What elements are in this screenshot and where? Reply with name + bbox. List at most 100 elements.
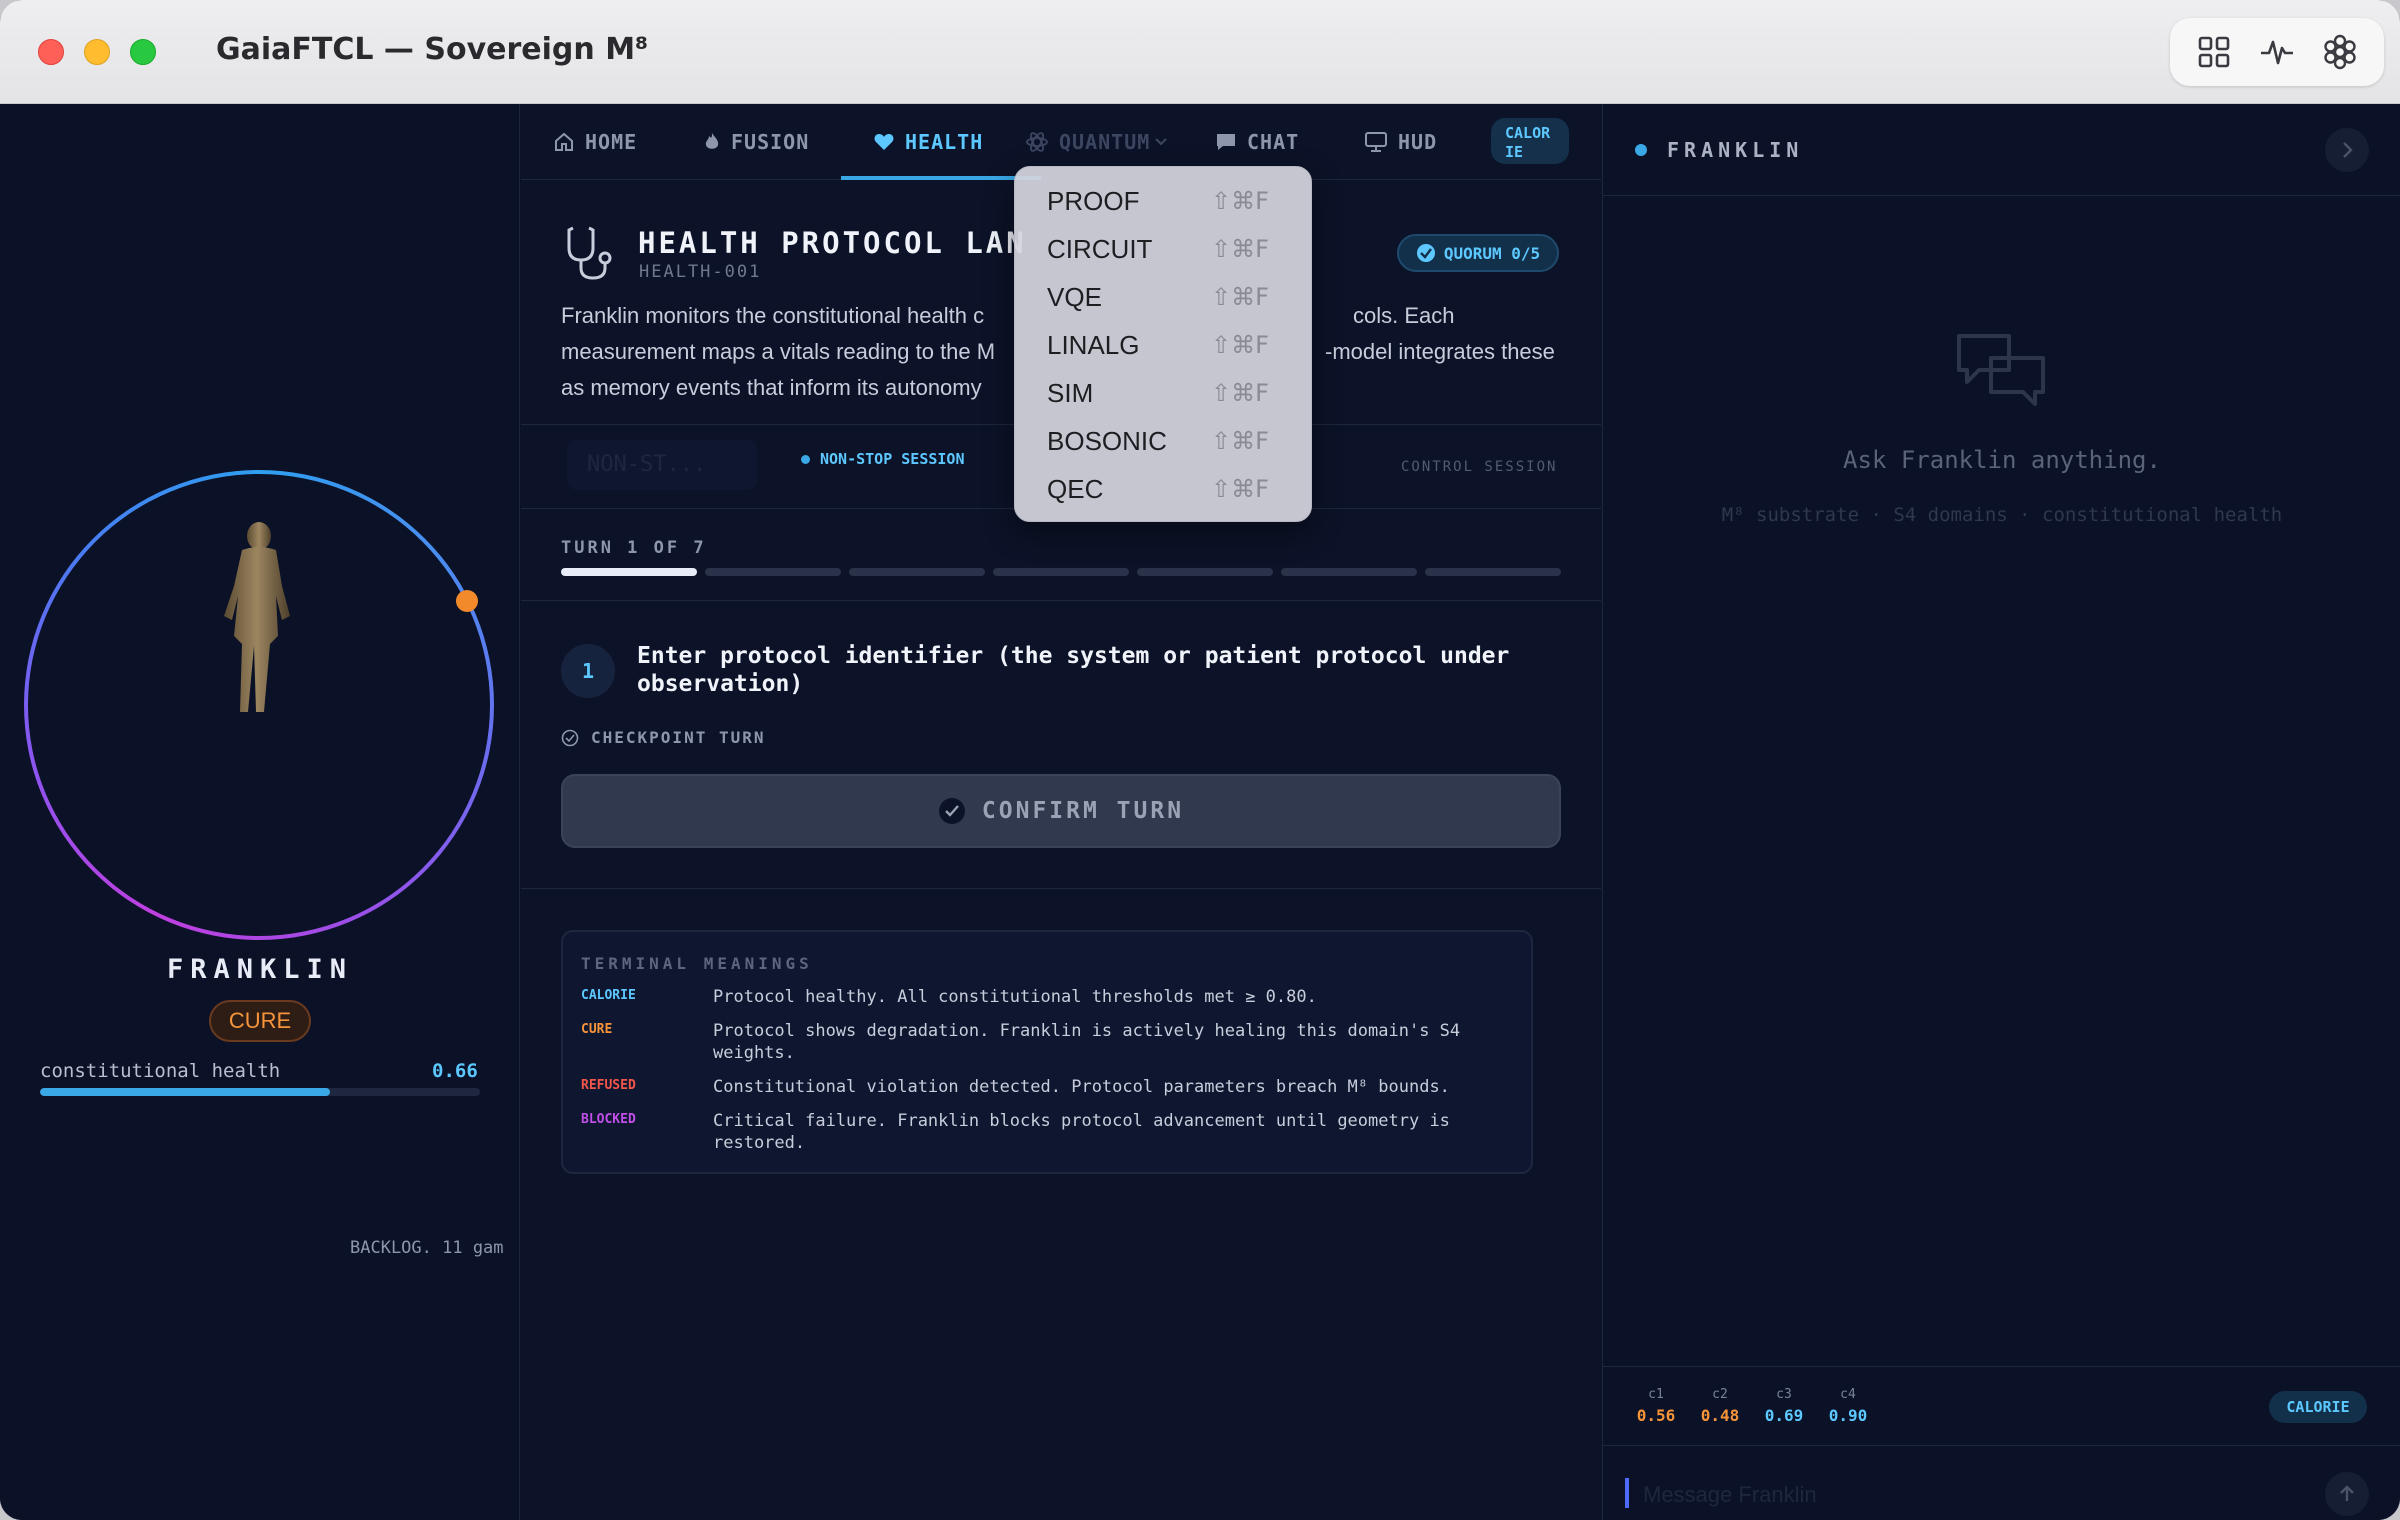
turn-segment: [1425, 568, 1561, 576]
menu-shortcut: ⇧⌘F: [1211, 187, 1269, 215]
metric-value: 0.48: [1700, 1406, 1740, 1425]
message-input[interactable]: Message Franklin: [1643, 1482, 1817, 1508]
chat-bubbles-icon: [1957, 334, 2045, 406]
meaning-text-refused: Constitutional violation detected. Proto…: [713, 1077, 1450, 1097]
quorum-badge: QUORUM 0/5: [1397, 234, 1559, 272]
monitor-icon: [1365, 132, 1387, 152]
title-bar: GaiaFTCL — Sovereign M⁸: [0, 0, 2400, 104]
tab-calorie-line1: CALOR: [1505, 124, 1551, 142]
menu-item-linalg[interactable]: LINALG ⇧⌘F: [1015, 321, 1313, 369]
chevron-right-icon: [2343, 142, 2353, 158]
menu-item-vqe[interactable]: VQE ⇧⌘F: [1015, 273, 1313, 321]
close-window-button[interactable]: [38, 39, 64, 65]
send-button[interactable]: [2325, 1472, 2369, 1516]
menu-item-bosonic[interactable]: BOSONIC ⇧⌘F: [1015, 417, 1313, 465]
check-circle-icon: [561, 729, 579, 746]
metric-c1: c1 0.56: [1631, 1387, 1681, 1425]
zoom-window-button[interactable]: [130, 39, 156, 65]
tab-fusion[interactable]: FUSION: [703, 104, 809, 180]
session-select[interactable]: NON-ST...: [567, 440, 757, 490]
metric-key: c3: [1776, 1387, 1792, 1402]
tab-hud-label: HUD: [1398, 130, 1438, 154]
turn-segment: [705, 568, 841, 576]
chat-empty-prompt: Ask Franklin anything.: [1843, 446, 2161, 474]
confirm-turn-label: CONFIRM TURN: [981, 798, 1185, 824]
health-label: constitutional health: [40, 1060, 281, 1082]
meaning-text-blocked: Critical failure. Franklin blocks protoc…: [713, 1111, 1450, 1153]
tab-home-label: HOME: [585, 130, 638, 154]
metric-value: 0.69: [1764, 1406, 1804, 1425]
terminal-meanings-title: TERMINAL MEANINGS: [581, 954, 813, 973]
pulse-icon[interactable]: [2257, 32, 2297, 72]
arrow-up-icon: [2340, 1485, 2354, 1501]
turn-segment: [1137, 568, 1273, 576]
home-icon: [555, 132, 573, 151]
turn-label: TURN 1 OF 7: [561, 538, 707, 558]
description-line-3: as memory events that inform its autonom…: [561, 375, 982, 400]
tab-hud[interactable]: HUD: [1364, 104, 1437, 180]
step-number: 1: [561, 644, 615, 698]
session-mode-label: NON-STOP SESSION: [820, 450, 965, 468]
metric-key: c2: [1712, 1387, 1728, 1402]
control-session-button[interactable]: CONTROL SESSION: [1401, 459, 1557, 475]
menu-item-qec[interactable]: QEC ⇧⌘F: [1015, 465, 1313, 513]
heart-icon: [874, 134, 894, 150]
description-line-2a: measurement maps a vitals reading to the…: [561, 339, 996, 364]
turn-segment: [993, 568, 1129, 576]
menu-shortcut: ⇧⌘F: [1211, 427, 1269, 455]
verified-icon: [1416, 244, 1435, 262]
tab-home[interactable]: HOME: [553, 104, 637, 180]
turn-segment: [849, 568, 985, 576]
meaning-key-blocked: BLOCKED: [581, 1112, 636, 1127]
menu-item-proof[interactable]: PROOF ⇧⌘F: [1015, 177, 1313, 225]
menu-item-circuit[interactable]: CIRCUIT ⇧⌘F: [1015, 225, 1313, 273]
flower-icon[interactable]: [2320, 32, 2360, 72]
turn-segment: [1281, 568, 1417, 576]
tab-calorie[interactable]: CALOR IE: [1491, 118, 1569, 164]
meaning-text-calorie: Protocol healthy. All constitutional thr…: [713, 987, 1317, 1007]
menu-item-label: PROOF: [1047, 185, 1140, 216]
atom-icon: [1026, 132, 1048, 152]
metric-value: 0.56: [1636, 1406, 1676, 1425]
meaning-text-cure: Protocol shows degradation. Franklin is …: [713, 1021, 1461, 1063]
page-title: HEALTH PROTOCOL LAN: [638, 226, 1027, 260]
metric-c3: c3 0.69: [1759, 1387, 1809, 1425]
metric-key: c1: [1648, 1387, 1664, 1402]
menu-item-label: BOSONIC: [1047, 425, 1167, 456]
checkpoint-text: CHECKPOINT TURN: [591, 728, 766, 747]
menu-shortcut: ⇧⌘F: [1211, 475, 1269, 503]
confirm-turn-button[interactable]: CONFIRM TURN: [561, 774, 1561, 848]
session-dot: [801, 454, 810, 464]
quantum-menu: PROOF ⇧⌘F CIRCUIT ⇧⌘F VQE ⇧⌘F LINALG ⇧⌘F…: [1014, 166, 1312, 522]
chat-agent-name: FRANKLIN: [1667, 138, 1804, 162]
menu-item-sim[interactable]: SIM ⇧⌘F: [1015, 369, 1313, 417]
status-dot: [456, 590, 478, 612]
tab-health[interactable]: HEALTH: [873, 104, 983, 180]
franklin-statue-image: [224, 522, 290, 712]
menu-item-label: QEC: [1047, 473, 1104, 504]
meaning-key-calorie: CALORIE: [581, 988, 636, 1003]
collapse-panel-button[interactable]: [2325, 128, 2369, 172]
flame-icon: [705, 133, 719, 149]
menu-item-label: VQE: [1047, 281, 1102, 312]
agent-status-badge: CURE: [209, 1000, 311, 1042]
terminal-meanings-card: TERMINAL MEANINGS CALORIE Protocol healt…: [561, 930, 1533, 1174]
quorum-label: QUORUM 0/5: [1443, 243, 1541, 263]
menu-shortcut: ⇧⌘F: [1211, 283, 1269, 311]
health-value: 0.66: [432, 1060, 478, 1082]
turn-progress: [561, 568, 1561, 576]
session-mode: NON-STOP SESSION: [801, 450, 965, 468]
chat-panel: FRANKLIN Ask Franklin anything. M⁸ subst…: [1602, 104, 2400, 1520]
agent-name: FRANKLIN: [166, 954, 354, 985]
turn-segment: [561, 568, 697, 576]
menu-item-label: CIRCUIT: [1047, 233, 1153, 264]
step-instruction: Enter protocol identifier (the system or…: [637, 643, 1510, 697]
menu-shortcut: ⇧⌘F: [1211, 379, 1269, 407]
toolbar-tools: [2170, 18, 2384, 86]
metric-value: 0.90: [1828, 1406, 1868, 1425]
online-dot: [1635, 144, 1647, 156]
metrics-bar: c1 0.56 c2 0.48 c3 0.69 c4 0.90 CALORIE: [1603, 1366, 2400, 1446]
minimize-window-button[interactable]: [84, 39, 110, 65]
description-line-1a: Franklin monitors the constitutional hea…: [561, 303, 985, 328]
grid-icon[interactable]: [2194, 32, 2234, 72]
